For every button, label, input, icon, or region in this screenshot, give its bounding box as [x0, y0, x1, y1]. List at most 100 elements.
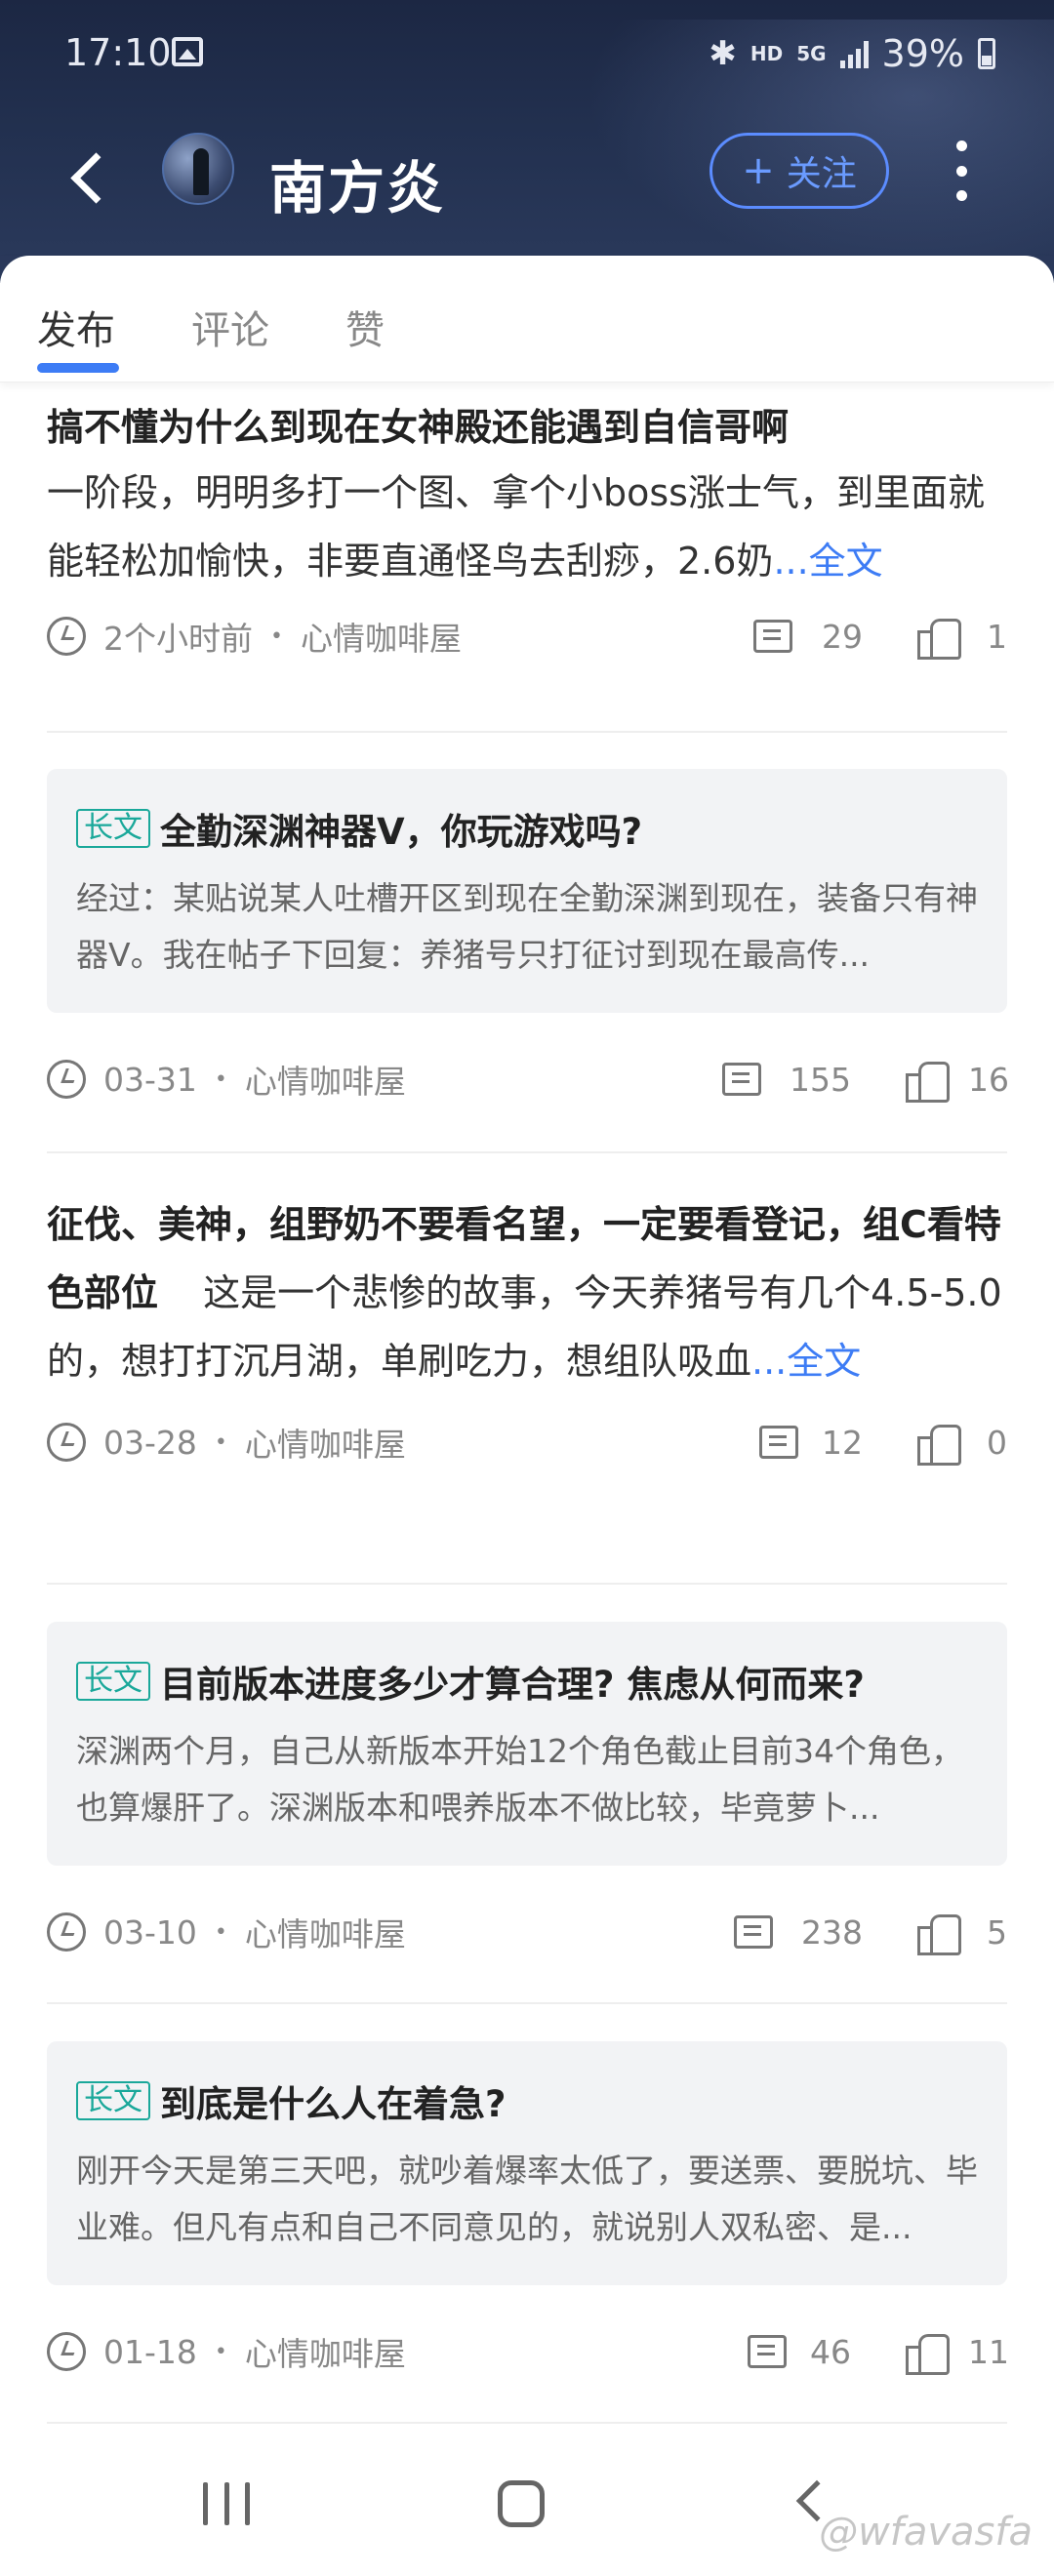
post-title[interactable]: 搞不懂为什么到现在女神殿还能遇到自信哥啊	[47, 402, 1007, 453]
comment-count: 29	[822, 617, 863, 656]
status-indicators: ✱ HD 5G 39%	[709, 29, 995, 78]
network-indicator: 5G	[796, 42, 827, 65]
post-stats: 46 11	[748, 2322, 1009, 2381]
post-meta: 03-28 • 心情咖啡屋 12 0	[47, 1413, 1007, 1471]
post-time: 01-18	[103, 2332, 197, 2371]
signal-icon	[839, 39, 869, 68]
tab-bar: 发布 评论 赞	[0, 256, 1054, 382]
profile-nav-row: 南方炎 + 关注	[0, 117, 1054, 244]
meta-separator: •	[214, 2339, 227, 2364]
long-post-card[interactable]: 长文 到底是什么人在着急? 刚开今天是第三天吧，就吵着爆率太低了，要送票、要脱坑…	[47, 2041, 1007, 2285]
post-meta: 01-18 • 心情咖啡屋 46 11	[47, 2322, 1009, 2381]
like-count: 5	[987, 1912, 1007, 1952]
post-excerpt: 深渊两个月，自己从新版本开始12个角色截止目前34个角色，也算爆肝了。深渊版本和…	[76, 1732, 963, 1827]
post-time: 03-31	[103, 1060, 197, 1099]
like-icon[interactable]	[917, 617, 961, 660]
post-divider	[47, 2002, 1007, 2004]
post-excerpt: 刚开今天是第三天吧，就吵着爆率太低了，要送票、要脱坑、毕业难。但凡有点和自己不同…	[76, 2152, 978, 2246]
active-tab-indicator	[37, 363, 119, 373]
post-item[interactable]: 搞不懂为什么到现在女神殿还能遇到自信哥啊 一阶段，明明多打一个图、拿个小boss…	[47, 402, 1007, 665]
post-stats: 238 5	[734, 1903, 1007, 1961]
post-divider	[47, 731, 1007, 733]
post-board[interactable]: 心情咖啡屋	[245, 1419, 406, 1466]
clock-icon	[47, 2332, 86, 2371]
comment-icon[interactable]	[734, 1915, 773, 1949]
meta-separator: •	[214, 1067, 227, 1092]
post-stats: 29 1	[753, 607, 1007, 665]
bluetooth-icon: ✱	[709, 34, 737, 73]
avatar[interactable]	[162, 133, 234, 205]
post-stats: 155 16	[722, 1050, 1009, 1108]
like-count: 0	[987, 1423, 1007, 1462]
status-time: 17:10	[64, 31, 172, 74]
clock-icon	[47, 1912, 86, 1952]
like-icon[interactable]	[906, 2332, 950, 2375]
long-post-badge: 长文	[76, 2081, 150, 2120]
profile-header: 17:10 ✱ HD 5G 39% 南方炎 + 关注	[0, 0, 1054, 283]
like-icon[interactable]	[906, 1060, 950, 1103]
comment-count: 155	[790, 1060, 851, 1099]
post-meta: 2个小时前 • 心情咖啡屋 29 1	[47, 607, 1007, 665]
meta-separator: •	[214, 1429, 227, 1455]
battery-icon	[978, 38, 995, 69]
like-icon[interactable]	[917, 1912, 961, 1955]
profile-content: 发布 评论 赞 搞不懂为什么到现在女神殿还能遇到自信哥啊 一阶段，明明多打一个图…	[0, 256, 1054, 2576]
post-excerpt: 经过：某贴说某人吐槽开区到现在全勤深渊到现在，装备只有神器V。我在帖子下回复：养…	[76, 879, 978, 974]
hd-indicator: HD	[750, 42, 784, 65]
clock-icon	[47, 617, 86, 656]
comment-icon[interactable]	[748, 2335, 787, 2368]
post-excerpt: 一阶段，明明多打一个图、拿个小boss涨士气，到里面就能轻松加愉快，非要直通怪鸟…	[47, 459, 1007, 595]
battery-percent: 39%	[881, 32, 964, 75]
post-text[interactable]: 征伐、美神，组野奶不要看名望，一定要看登记，组C看特色部位 这是一个悲惨的故事，…	[47, 1190, 1007, 1395]
long-post-card[interactable]: 长文 目前版本进度多少才算合理? 焦虑从何而来? 深渊两个月，自己从新版本开始1…	[47, 1622, 1007, 1866]
meta-separator: •	[270, 624, 283, 649]
watermark: @wfavasfa	[819, 2510, 1033, 2555]
comment-icon[interactable]	[759, 1426, 798, 1459]
clock-icon	[47, 1423, 86, 1462]
comment-count: 12	[822, 1423, 863, 1462]
more-options-icon[interactable]	[947, 137, 976, 205]
comment-icon[interactable]	[753, 620, 792, 653]
post-board[interactable]: 心情咖啡屋	[245, 2328, 406, 2375]
post-divider	[47, 2422, 1007, 2424]
like-count: 16	[968, 1060, 1009, 1099]
back-arrow-icon[interactable]	[62, 146, 121, 205]
post-time: 03-10	[103, 1912, 197, 1952]
post-item[interactable]: 长文 全勤深渊神器V，你玩游戏吗? 经过：某贴说某人吐槽开区到现在全勤深渊到现在…	[47, 769, 1009, 1108]
post-board[interactable]: 心情咖啡屋	[245, 1909, 406, 1955]
post-stats: 12 0	[759, 1413, 1007, 1471]
card-title-row: 长文 到底是什么人在着急?	[76, 2076, 978, 2125]
post-board[interactable]: 心情咖啡屋	[245, 1056, 406, 1103]
like-count: 1	[987, 617, 1007, 656]
post-divider	[47, 1583, 1007, 1585]
post-time: 2个小时前	[103, 620, 253, 658]
home-icon[interactable]	[498, 2480, 545, 2527]
like-icon[interactable]	[917, 1423, 961, 1466]
tab-likes[interactable]: 赞	[345, 299, 385, 355]
follow-button[interactable]: + 关注	[709, 133, 889, 209]
post-item[interactable]: 征伐、美神，组野奶不要看名望，一定要看登记，组C看特色部位 这是一个悲惨的故事，…	[47, 1190, 1007, 1471]
plus-icon: +	[742, 148, 775, 193]
post-title[interactable]: 目前版本进度多少才算合理? 焦虑从何而来?	[160, 1655, 865, 1708]
meta-separator: •	[214, 1919, 227, 1945]
long-post-badge: 长文	[76, 1662, 150, 1701]
recent-apps-icon[interactable]	[203, 2482, 250, 2525]
post-time: 03-28	[103, 1423, 197, 1462]
post-board[interactable]: 心情咖啡屋	[301, 613, 462, 660]
long-post-badge: 长文	[76, 809, 150, 848]
post-title[interactable]: 全勤深渊神器V，你玩游戏吗?	[160, 802, 642, 855]
system-navigation-bar: @wfavasfa	[0, 2439, 1054, 2576]
read-more-link[interactable]: ...全文	[773, 540, 882, 583]
clock-icon	[47, 1060, 86, 1099]
long-post-card[interactable]: 长文 全勤深渊神器V，你玩游戏吗? 经过：某贴说某人吐槽开区到现在全勤深渊到现在…	[47, 769, 1007, 1013]
tab-posts[interactable]: 发布	[37, 299, 115, 355]
read-more-link[interactable]: ...全文	[751, 1340, 861, 1383]
tab-comments[interactable]: 评论	[191, 299, 269, 355]
post-divider	[47, 1151, 1007, 1153]
profile-username: 南方炎	[269, 155, 446, 221]
post-title[interactable]: 到底是什么人在着急?	[160, 2074, 506, 2127]
comment-icon[interactable]	[722, 1063, 761, 1096]
post-item[interactable]: 长文 到底是什么人在着急? 刚开今天是第三天吧，就吵着爆率太低了，要送票、要脱坑…	[47, 2041, 1009, 2381]
post-item[interactable]: 长文 目前版本进度多少才算合理? 焦虑从何而来? 深渊两个月，自己从新版本开始1…	[47, 1622, 1007, 1961]
like-count: 11	[968, 2332, 1009, 2371]
